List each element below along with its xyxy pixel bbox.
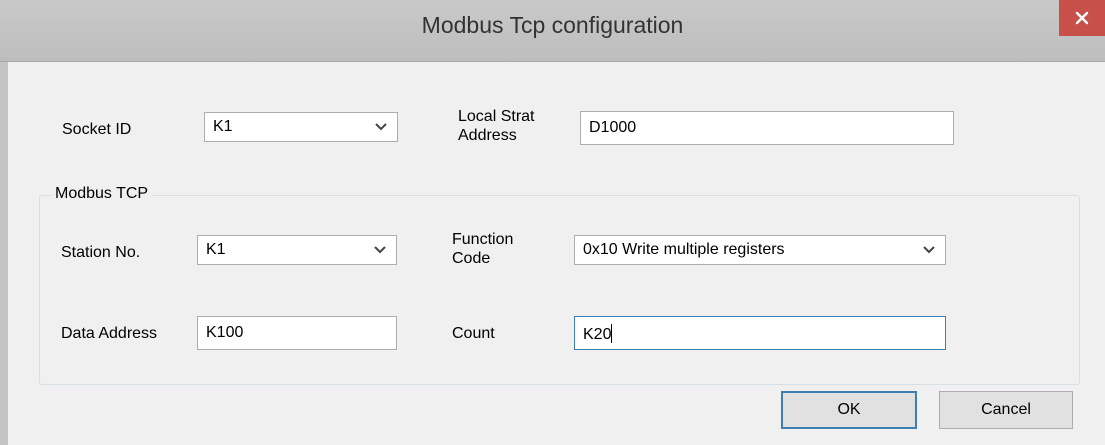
modbus-tcp-groupbox: [39, 195, 1080, 385]
socket-id-label: Socket ID: [62, 121, 132, 138]
count-value: K20: [583, 326, 612, 343]
function-code-label-line2: Code: [452, 250, 491, 267]
function-code-label: Function Code: [452, 230, 513, 268]
chevron-down-icon: [923, 246, 935, 254]
station-no-label: Station No.: [61, 244, 141, 261]
count-field[interactable]: K20: [574, 316, 946, 350]
data-address-field[interactable]: K100: [197, 316, 397, 350]
socket-id-value: K1: [213, 118, 233, 135]
count-label: Count: [452, 325, 495, 342]
window-title: Modbus Tcp configuration: [421, 12, 684, 38]
data-address-label: Data Address: [61, 325, 158, 342]
station-no-select[interactable]: K1: [197, 235, 397, 265]
chevron-down-icon: [375, 123, 387, 131]
close-button[interactable]: [1059, 0, 1105, 36]
ok-button[interactable]: OK: [781, 391, 917, 429]
data-address-value: K100: [206, 324, 244, 341]
local-start-address-label: Local Strat Address: [458, 107, 534, 145]
function-code-select[interactable]: 0x10 Write multiple registers: [574, 235, 946, 265]
local-start-address-value: D1000: [589, 119, 637, 136]
local-start-address-label-line1: Local Strat: [458, 108, 535, 125]
function-code-value: 0x10 Write multiple registers: [583, 241, 785, 258]
function-code-label-line1: Function: [452, 231, 514, 248]
count-value-wrap: K20: [583, 324, 613, 344]
station-no-value: K1: [206, 241, 226, 258]
chevron-down-icon: [374, 246, 386, 254]
cancel-button[interactable]: Cancel: [939, 391, 1073, 429]
close-icon: [1075, 11, 1089, 25]
socket-id-select[interactable]: K1: [204, 112, 398, 142]
modbus-tcp-group-title: Modbus TCP: [51, 184, 153, 203]
local-start-address-label-line2: Address: [458, 127, 517, 144]
text-caret: [611, 324, 613, 343]
title-bar[interactable]: Modbus Tcp configuration: [0, 0, 1105, 62]
local-start-address-field[interactable]: D1000: [580, 111, 954, 145]
